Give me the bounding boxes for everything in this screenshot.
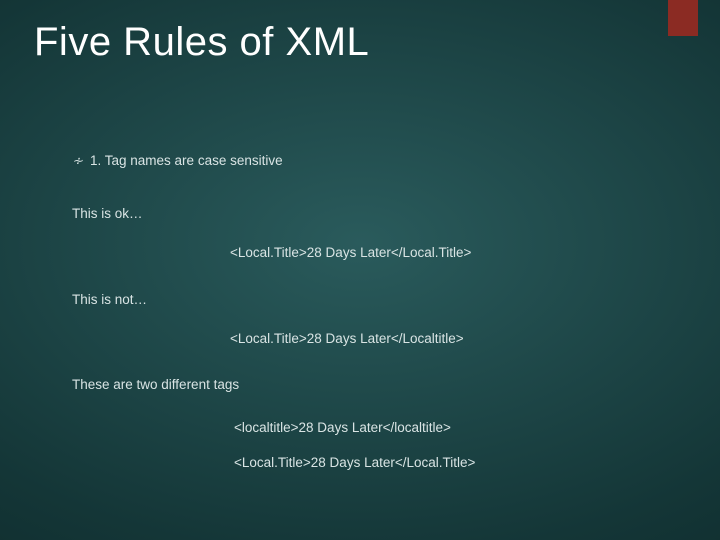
bullet-text: 1. Tag names are case sensitive [90, 152, 283, 171]
section-not-label: This is not… [72, 291, 660, 310]
accent-bar [668, 0, 698, 36]
section-ok-code: <Local.Title>28 Days Later</Local.Title> [72, 244, 660, 263]
section-not-code: <Local.Title>28 Days Later</Localtitle> [72, 330, 660, 349]
bullet-icon: ∻ [72, 152, 90, 170]
section-diff-code-1: <localtitle>28 Days Later</localtitle> [234, 419, 660, 438]
slide: Five Rules of XML ∻ 1. Tag names are cas… [0, 0, 720, 540]
slide-content: ∻ 1. Tag names are case sensitive This i… [72, 152, 660, 489]
slide-title: Five Rules of XML [34, 20, 369, 65]
section-ok-label: This is ok… [72, 205, 660, 224]
section-diff-label: These are two different tags [72, 376, 660, 395]
section-diff-codes: <localtitle>28 Days Later</localtitle> <… [72, 419, 660, 473]
section-diff-code-2: <Local.Title>28 Days Later</Local.Title> [234, 454, 660, 473]
bullet-item: ∻ 1. Tag names are case sensitive [72, 152, 660, 171]
